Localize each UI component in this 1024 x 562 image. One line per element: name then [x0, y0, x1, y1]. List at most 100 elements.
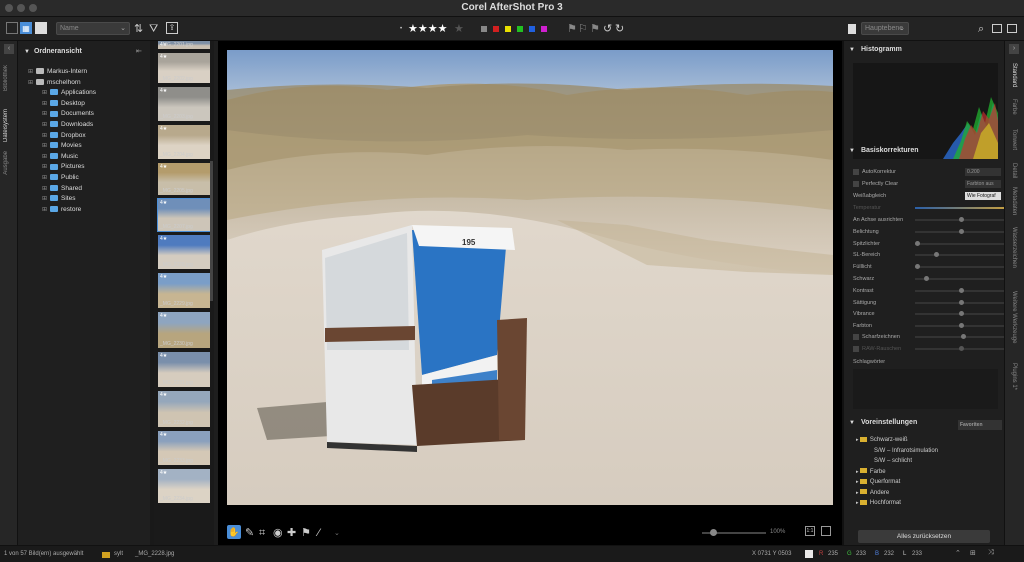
right-tab[interactable]: Farbe — [1011, 99, 1017, 115]
grid-view-icon[interactable]: ▦ — [20, 22, 32, 34]
preset-item[interactable]: ▸ Andere — [856, 489, 889, 498]
collapse-left-icon[interactable]: ‹ — [4, 44, 14, 54]
thumbnail[interactable]: 4★ _MG_2233.jpg — [158, 431, 210, 465]
strip-scrollbar[interactable] — [210, 161, 213, 301]
color-label-4[interactable] — [529, 26, 535, 32]
tab-library[interactable]: Bibliothek — [3, 65, 9, 91]
folder-item[interactable]: ⊞ Shared — [42, 184, 82, 194]
thumbnail[interactable]: 4★ _MG_2229.jpg — [158, 273, 210, 308]
right-tab[interactable]: Detail — [1011, 163, 1017, 178]
expand-icon[interactable]: ⊞ — [28, 79, 34, 88]
preset-item[interactable]: ▸ Farbe — [856, 468, 886, 477]
expand-icon[interactable]: ⊞ — [42, 153, 48, 162]
histogram-header[interactable]: ▼ Histogramm — [844, 46, 1004, 60]
thumbnail[interactable]: 4★ _MG_2234.jpg — [158, 469, 210, 503]
expand-icon[interactable]: ⊞ — [42, 206, 48, 215]
single-view-icon[interactable] — [6, 22, 18, 34]
search-icon[interactable]: ⌕ — [978, 22, 984, 36]
slider-knob[interactable] — [959, 311, 964, 317]
thumbnail[interactable]: 4★ _MG_2228.jpg — [158, 235, 210, 269]
fullscreen-icon[interactable] — [1007, 24, 1017, 33]
collapse-right-icon[interactable]: › — [1009, 44, 1019, 54]
folder-item[interactable]: ⊞ Markus-Intern — [28, 67, 87, 77]
zoom-fit-icon[interactable]: 1:1 — [805, 526, 815, 536]
expand-icon[interactable]: ⊞ — [42, 100, 48, 109]
expand-icon[interactable]: ⊞ — [42, 195, 48, 204]
basic-corrections-header[interactable]: ▼ Basiskorrekturen — [844, 147, 1004, 161]
slider-knob[interactable] — [923, 276, 929, 281]
right-tab[interactable]: Standard — [1011, 63, 1017, 87]
tab-filesystem[interactable]: Dateisystem — [3, 109, 9, 142]
expand-icon[interactable]: ⊞ — [28, 68, 34, 77]
slider-knob[interactable] — [959, 323, 964, 329]
thumbnail[interactable]: 4★ _MG_2205.jpg — [158, 163, 210, 195]
sort-dropdown[interactable]: Name ⌄ — [56, 22, 130, 35]
slider-row[interactable]: Sättigung — [853, 298, 1007, 308]
redeye-icon[interactable]: ◉ — [273, 526, 283, 540]
heal-icon[interactable]: ✚ — [287, 526, 296, 540]
thumbnail[interactable]: 4★ _MG_2201.jpg — [158, 41, 210, 49]
right-tab[interactable]: Plugins 1* — [1011, 363, 1017, 390]
folder-item[interactable]: ⊞ Music — [42, 152, 78, 162]
eyedropper-icon[interactable]: ✎ — [245, 526, 254, 540]
expand-icon[interactable]: ⊞ — [42, 132, 48, 141]
thumbnail[interactable]: 4★ _MG_2203.jpg — [158, 87, 210, 121]
right-tab[interactable]: Weitere Werkzeuge — [1011, 291, 1017, 343]
slider-row[interactable]: Fülllicht — [853, 262, 1007, 272]
expand-icon[interactable]: ⊞ — [42, 185, 48, 194]
crop-icon[interactable]: ⌗ — [259, 526, 265, 540]
rating-clear-icon[interactable]: • — [400, 22, 402, 36]
slider-row[interactable]: Spitzlichter — [853, 239, 1007, 249]
thumbnail[interactable]: 4★ _MG_2232.jpg — [158, 391, 210, 427]
folder-item[interactable]: ⊞ Desktop — [42, 99, 85, 109]
folder-item[interactable]: ⊞ Dropbox — [42, 131, 86, 141]
expand-icon[interactable]: ⊞ — [42, 121, 48, 130]
preset-item[interactable]: S/W – Infrarotsimulation — [874, 447, 938, 456]
white-balance-row[interactable]: Weißabgleich Wie Fotograf — [853, 191, 1003, 201]
sort-direction-icon[interactable]: ⇅ — [134, 22, 143, 36]
fullscreen-view-icon[interactable] — [821, 526, 831, 536]
info-toggle-icon[interactable]: ⌃ — [955, 549, 961, 557]
reject-flag-icon[interactable]: ⚐ — [578, 22, 588, 36]
pin-icon[interactable]: ⇤ — [136, 47, 142, 55]
expand-icon[interactable]: ⊞ — [42, 174, 48, 183]
expand-icon[interactable]: ⊞ — [42, 110, 48, 119]
color-label-3[interactable] — [517, 26, 523, 32]
flag-filter-icon[interactable]: ⚑ — [301, 526, 311, 540]
right-tab[interactable]: Tonwert — [1011, 129, 1017, 150]
color-label-5[interactable] — [541, 26, 547, 32]
thumbnail[interactable]: 4★ _MG_2204.jpg — [158, 125, 210, 159]
color-label-2[interactable] — [505, 26, 511, 32]
slider-knob[interactable] — [959, 217, 964, 222]
right-tab[interactable]: Wasserzeichen — [1011, 227, 1017, 268]
folder-item[interactable]: ⊞ restore — [42, 205, 81, 215]
document-icon[interactable] — [848, 24, 856, 34]
thumbnail[interactable]: 4★ _MG_2231.jpg — [158, 352, 210, 387]
raw-noise-row[interactable]: RAW-Rauschen — [853, 344, 1007, 354]
slider-track[interactable] — [915, 242, 1007, 245]
pin-statusbar-icon[interactable]: ⊞ — [970, 549, 976, 557]
export-icon[interactable]: ⇪ — [166, 22, 178, 34]
slider-knob[interactable] — [934, 252, 940, 258]
main-photo[interactable]: 195 — [227, 50, 833, 505]
rotate-right-icon[interactable]: ↻ — [615, 22, 624, 36]
folder-item[interactable]: ⊞ Pictures — [42, 162, 84, 172]
slider-row[interactable]: Kontrast — [853, 286, 1007, 296]
folder-item[interactable]: ⊞ Public — [42, 173, 79, 183]
rating-empty-star[interactable]: ★ — [454, 22, 464, 36]
preset-item[interactable]: ▸ Querformat — [856, 478, 900, 487]
zoom-slider-knob[interactable] — [710, 529, 717, 536]
slider-track[interactable] — [915, 278, 1007, 280]
slider-row[interactable]: Farbton — [853, 321, 1007, 331]
slider-row[interactable]: An Achse ausrichten — [853, 215, 1007, 225]
expand-icon[interactable]: ⊞ — [42, 142, 48, 151]
perfectly-clear-row[interactable]: Perfectly Clear Farbton aus — [853, 179, 1003, 189]
folder-item[interactable]: ⊞ Downloads — [42, 120, 93, 130]
slider-row[interactable]: Belichtung — [853, 227, 1007, 237]
tab-output[interactable]: Ausgabe — [3, 151, 9, 175]
preset-item[interactable]: S/W – schlicht — [874, 457, 912, 466]
layer-dropdown[interactable]: Hauptebene ⌄ — [861, 22, 909, 35]
shuffle-icon[interactable]: ⤨ — [988, 549, 994, 557]
slider-knob[interactable] — [915, 264, 920, 270]
slider-knob[interactable] — [959, 299, 964, 305]
